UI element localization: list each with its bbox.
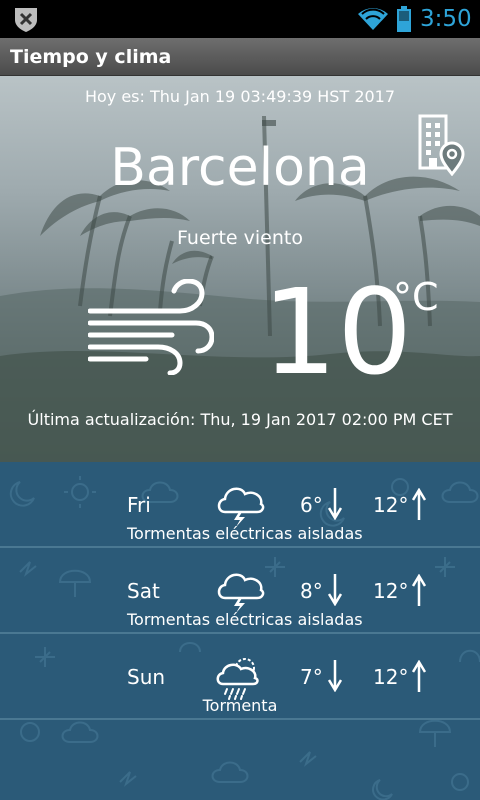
thunderstorm-icon bbox=[217, 487, 265, 527]
forecast-high: 12° bbox=[373, 665, 409, 689]
forecast-description: Tormentas eléctricas aisladas bbox=[127, 524, 363, 543]
current-weather-panel: Hoy es: Thu Jan 19 03:49:39 HST 2017 Bar… bbox=[0, 76, 480, 462]
storm-rain-icon bbox=[216, 658, 259, 700]
forecast-description: Tormenta bbox=[202, 696, 278, 715]
forecast-row[interactable]: Sat 8° 12° Tormentas eléctricas aisladas bbox=[0, 548, 480, 634]
forecast-description: Tormentas eléctricas aisladas bbox=[127, 610, 363, 629]
current-date-time: Hoy es: Thu Jan 19 03:49:39 HST 2017 bbox=[84, 87, 396, 106]
temperature-unit: °C bbox=[393, 275, 439, 319]
status-time: 3:50 bbox=[420, 6, 472, 32]
forecast-low: 7° bbox=[300, 665, 323, 689]
arrow-up-icon bbox=[412, 660, 426, 692]
city-location-icon[interactable] bbox=[416, 114, 466, 176]
forecast-low: 6° bbox=[300, 493, 323, 517]
forecast-low: 8° bbox=[300, 579, 323, 603]
battery-icon bbox=[397, 6, 411, 32]
arrow-down-icon bbox=[328, 574, 342, 606]
arrow-up-icon bbox=[412, 488, 426, 520]
app-title: Tiempo y clima bbox=[10, 46, 172, 68]
current-condition: Fuerte viento bbox=[177, 227, 303, 249]
forecast-day: Sat bbox=[127, 579, 160, 603]
wifi-icon bbox=[358, 8, 388, 30]
wind-icon bbox=[88, 279, 214, 375]
forecast-day: Sun bbox=[127, 665, 166, 689]
forecast-high: 12° bbox=[373, 493, 409, 517]
forecast-row[interactable]: Fri 6° 12° Tormentas eléctricas aisladas bbox=[0, 462, 480, 548]
last-update: Última actualización: Thu, 19 Jan 2017 0… bbox=[27, 410, 453, 429]
status-bar: 3:50 bbox=[0, 0, 480, 38]
forecast-day: Fri bbox=[127, 493, 151, 517]
forecast-list: Fri 6° 12° Tormentas eléctricas aisladas… bbox=[0, 462, 480, 800]
shield-notification-icon bbox=[15, 8, 37, 32]
arrow-up-icon bbox=[412, 574, 426, 606]
app-bar: Tiempo y clima bbox=[0, 38, 480, 76]
forecast-row[interactable]: Sun 7° 12° Tormenta bbox=[0, 634, 480, 720]
current-temperature: 10 bbox=[262, 263, 413, 401]
arrow-down-icon bbox=[328, 488, 342, 520]
thunderstorm-icon bbox=[217, 573, 265, 613]
city-name: Barcelona bbox=[110, 138, 370, 198]
arrow-down-icon bbox=[328, 660, 342, 692]
forecast-high: 12° bbox=[373, 579, 409, 603]
